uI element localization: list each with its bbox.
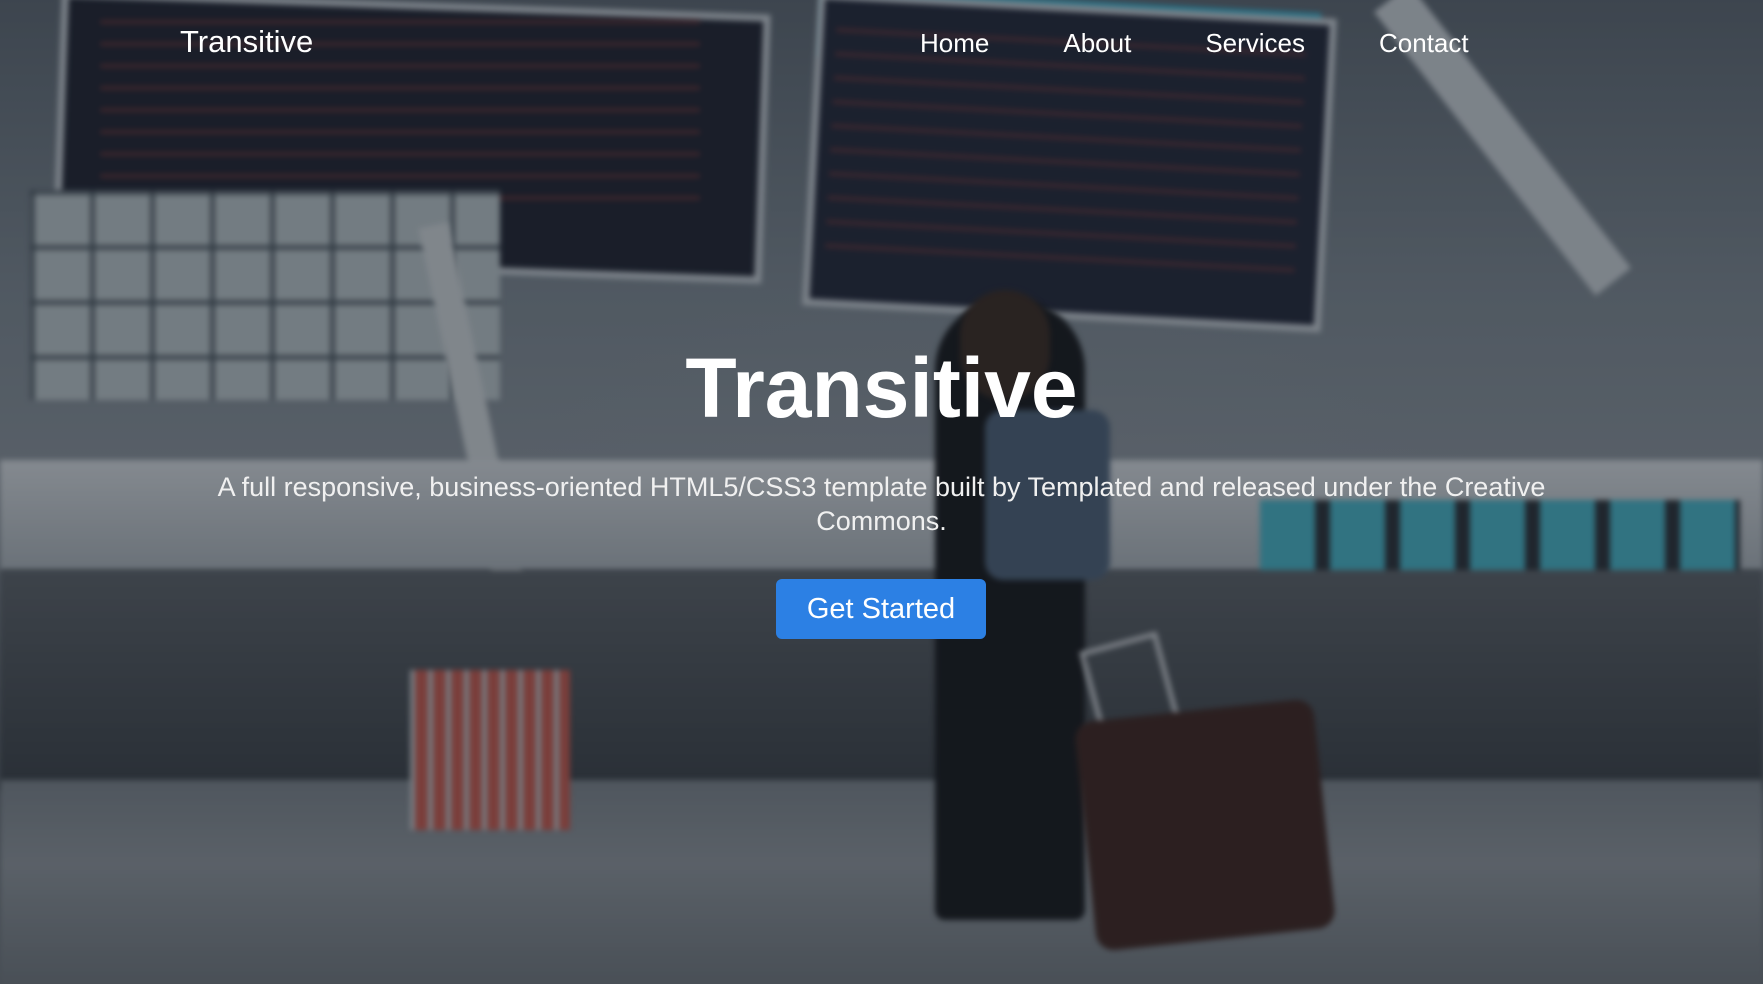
nav-link-about[interactable]: About	[1063, 28, 1131, 59]
hero-title: Transitive	[685, 341, 1078, 435]
hero-subtitle: A full responsive, business-oriented HTM…	[217, 472, 1546, 536]
brand-logo[interactable]: Transitive	[180, 24, 313, 60]
hero-section: Transitive Home About Services Contact T…	[0, 0, 1763, 984]
top-navigation: Transitive Home About Services Contact	[0, 0, 1763, 86]
nav-link-home[interactable]: Home	[920, 28, 989, 59]
nav-menu: Home About Services Contact	[920, 28, 1469, 59]
nav-link-services[interactable]: Services	[1205, 28, 1305, 59]
nav-link-contact[interactable]: Contact	[1379, 28, 1469, 59]
get-started-button[interactable]: Get Started	[776, 579, 986, 639]
